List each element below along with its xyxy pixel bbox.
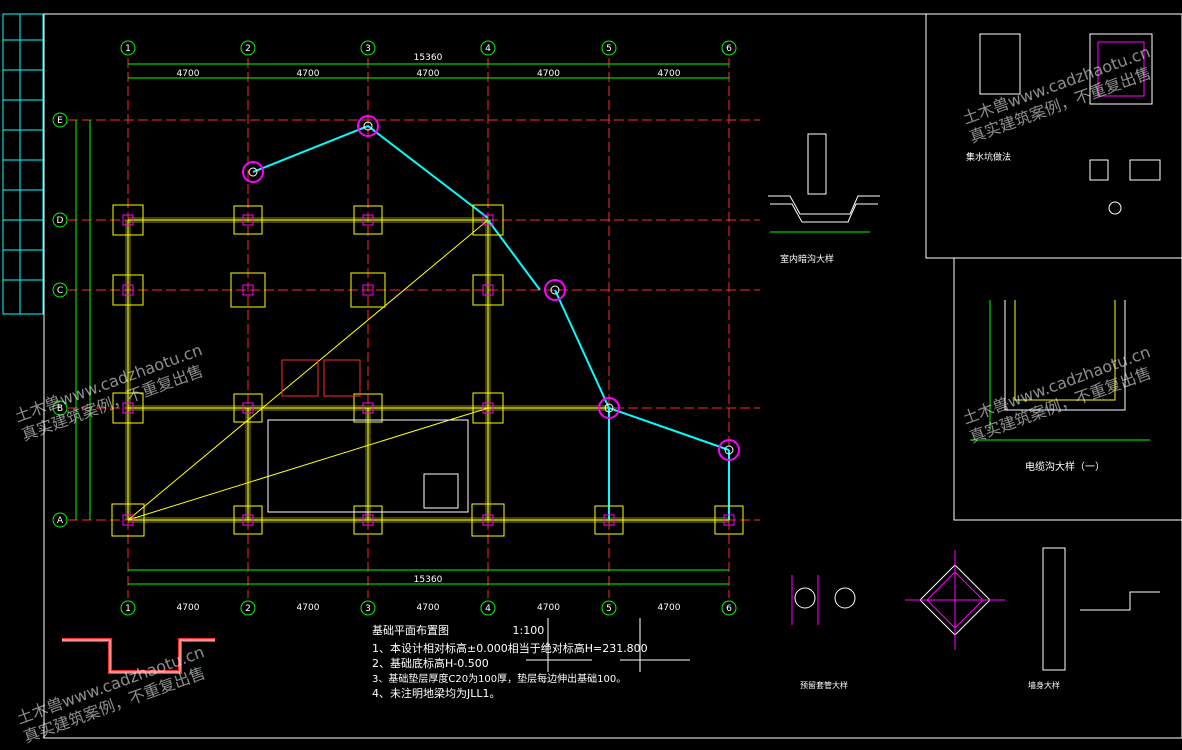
dim-seg-1-2: 4700 bbox=[417, 603, 440, 613]
pipe-detail-title: 预留套管大样 bbox=[800, 681, 848, 690]
wall-detail-title: 墙身大样 bbox=[1028, 681, 1060, 690]
axis-label-row-D: D bbox=[57, 216, 64, 226]
axis-label-col-6-0: 6 bbox=[726, 44, 732, 54]
axis-bubbles: 1 1 2 2 3 3 4 4 5 5 6 6 E D C B A bbox=[52, 40, 737, 616]
cad-drawing-sheet: 15360 15360 4700 4700 4700 4700 4700 4700 4700 47… bbox=[0, 0, 1182, 747]
dim-seg-0-0: 4700 bbox=[177, 69, 200, 79]
drawing-frame bbox=[43, 13, 1182, 739]
dim-bottom-total: 15360 bbox=[414, 575, 443, 585]
axis-label-col-1-1: 1 bbox=[125, 604, 131, 614]
axis-label-col-6-1: 6 bbox=[726, 604, 732, 614]
dim-seg-1-4: 4700 bbox=[658, 603, 681, 613]
axis-label-col-2-1: 2 bbox=[245, 604, 251, 614]
detail-panel-cable bbox=[953, 257, 1182, 521]
pipe-sleeve-detail bbox=[791, 550, 1005, 650]
beam-section-detail bbox=[62, 638, 215, 674]
axis-label-col-5-1: 5 bbox=[606, 604, 612, 614]
diagonal-line-1 bbox=[127, 219, 489, 521]
equipment-box bbox=[423, 473, 459, 509]
axis-label-col-2-0: 2 bbox=[245, 44, 251, 54]
plan-title: 基础平面布置图 1:100 bbox=[372, 622, 544, 638]
room-box-2 bbox=[323, 359, 361, 397]
axis-label-col-1-0: 1 bbox=[125, 44, 131, 54]
wall-section-detail bbox=[1042, 547, 1160, 671]
axis-label-row-C: C bbox=[57, 286, 63, 296]
dim-seg-0-4: 4700 bbox=[658, 69, 681, 79]
diagonal-line-2 bbox=[127, 407, 489, 521]
dim-seg-0-3: 4700 bbox=[537, 69, 560, 79]
plan-scale: 1:100 bbox=[512, 624, 545, 637]
title-block-strip bbox=[2, 13, 44, 315]
footings bbox=[111, 115, 744, 537]
sump-detail bbox=[979, 33, 1161, 215]
dim-seg-1-3: 4700 bbox=[537, 603, 560, 613]
indoor-trench-title: 室内暗沟大样 bbox=[780, 255, 835, 265]
dimension-lines: 15360 15360 4700 4700 4700 4700 4700 4700 4700 47… bbox=[75, 53, 729, 613]
dim-top-total: 15360 bbox=[414, 53, 443, 63]
sump-title: 集水坑做法 bbox=[966, 153, 1012, 163]
axis-label-row-E: E bbox=[57, 116, 63, 126]
dim-seg-1-1: 4700 bbox=[297, 603, 320, 613]
room-box-1 bbox=[281, 359, 319, 397]
dim-seg-1-0: 4700 bbox=[177, 603, 200, 613]
plan-note-4: 4、未注明地梁均为JLL1。 bbox=[372, 687, 501, 700]
indoor-trench-detail bbox=[768, 133, 880, 233]
axis-label-col-3-1: 3 bbox=[365, 604, 371, 614]
axis-label-col-4-1: 4 bbox=[485, 604, 491, 614]
axis-label-row-A: A bbox=[57, 516, 64, 526]
axis-label-col-3-0: 3 bbox=[365, 44, 371, 54]
plan-title-text: 基础平面布置图 bbox=[372, 624, 449, 637]
plan-note-1: 1、本设计相对标高±0.000相当于绝对标高H=231.800 bbox=[372, 642, 648, 655]
plan-note-2: 2、基础底标高H-0.500 bbox=[372, 657, 489, 670]
foundation-beams bbox=[125, 124, 730, 523]
pile-beam-roof bbox=[252, 124, 489, 219]
pile-beam-ne bbox=[487, 219, 541, 291]
cable-trench-detail bbox=[970, 300, 1150, 441]
cad-canvas: 15360 15360 4700 4700 4700 4700 4700 4700 4700 47… bbox=[2, 13, 1182, 739]
dim-seg-0-2: 4700 bbox=[417, 69, 440, 79]
axis-label-col-5-0: 5 bbox=[606, 44, 612, 54]
plan-note-3: 3、基础垫层厚度C20为100厚，垫层每边伸出基础100。 bbox=[372, 674, 627, 685]
dim-seg-0-1: 4700 bbox=[297, 69, 320, 79]
pile-beam-east bbox=[554, 289, 730, 451]
axis-label-col-4-0: 4 bbox=[485, 44, 491, 54]
cable-trench-title: 电缆沟大样（一） bbox=[1025, 462, 1105, 473]
axis-label-row-B: B bbox=[57, 404, 63, 414]
